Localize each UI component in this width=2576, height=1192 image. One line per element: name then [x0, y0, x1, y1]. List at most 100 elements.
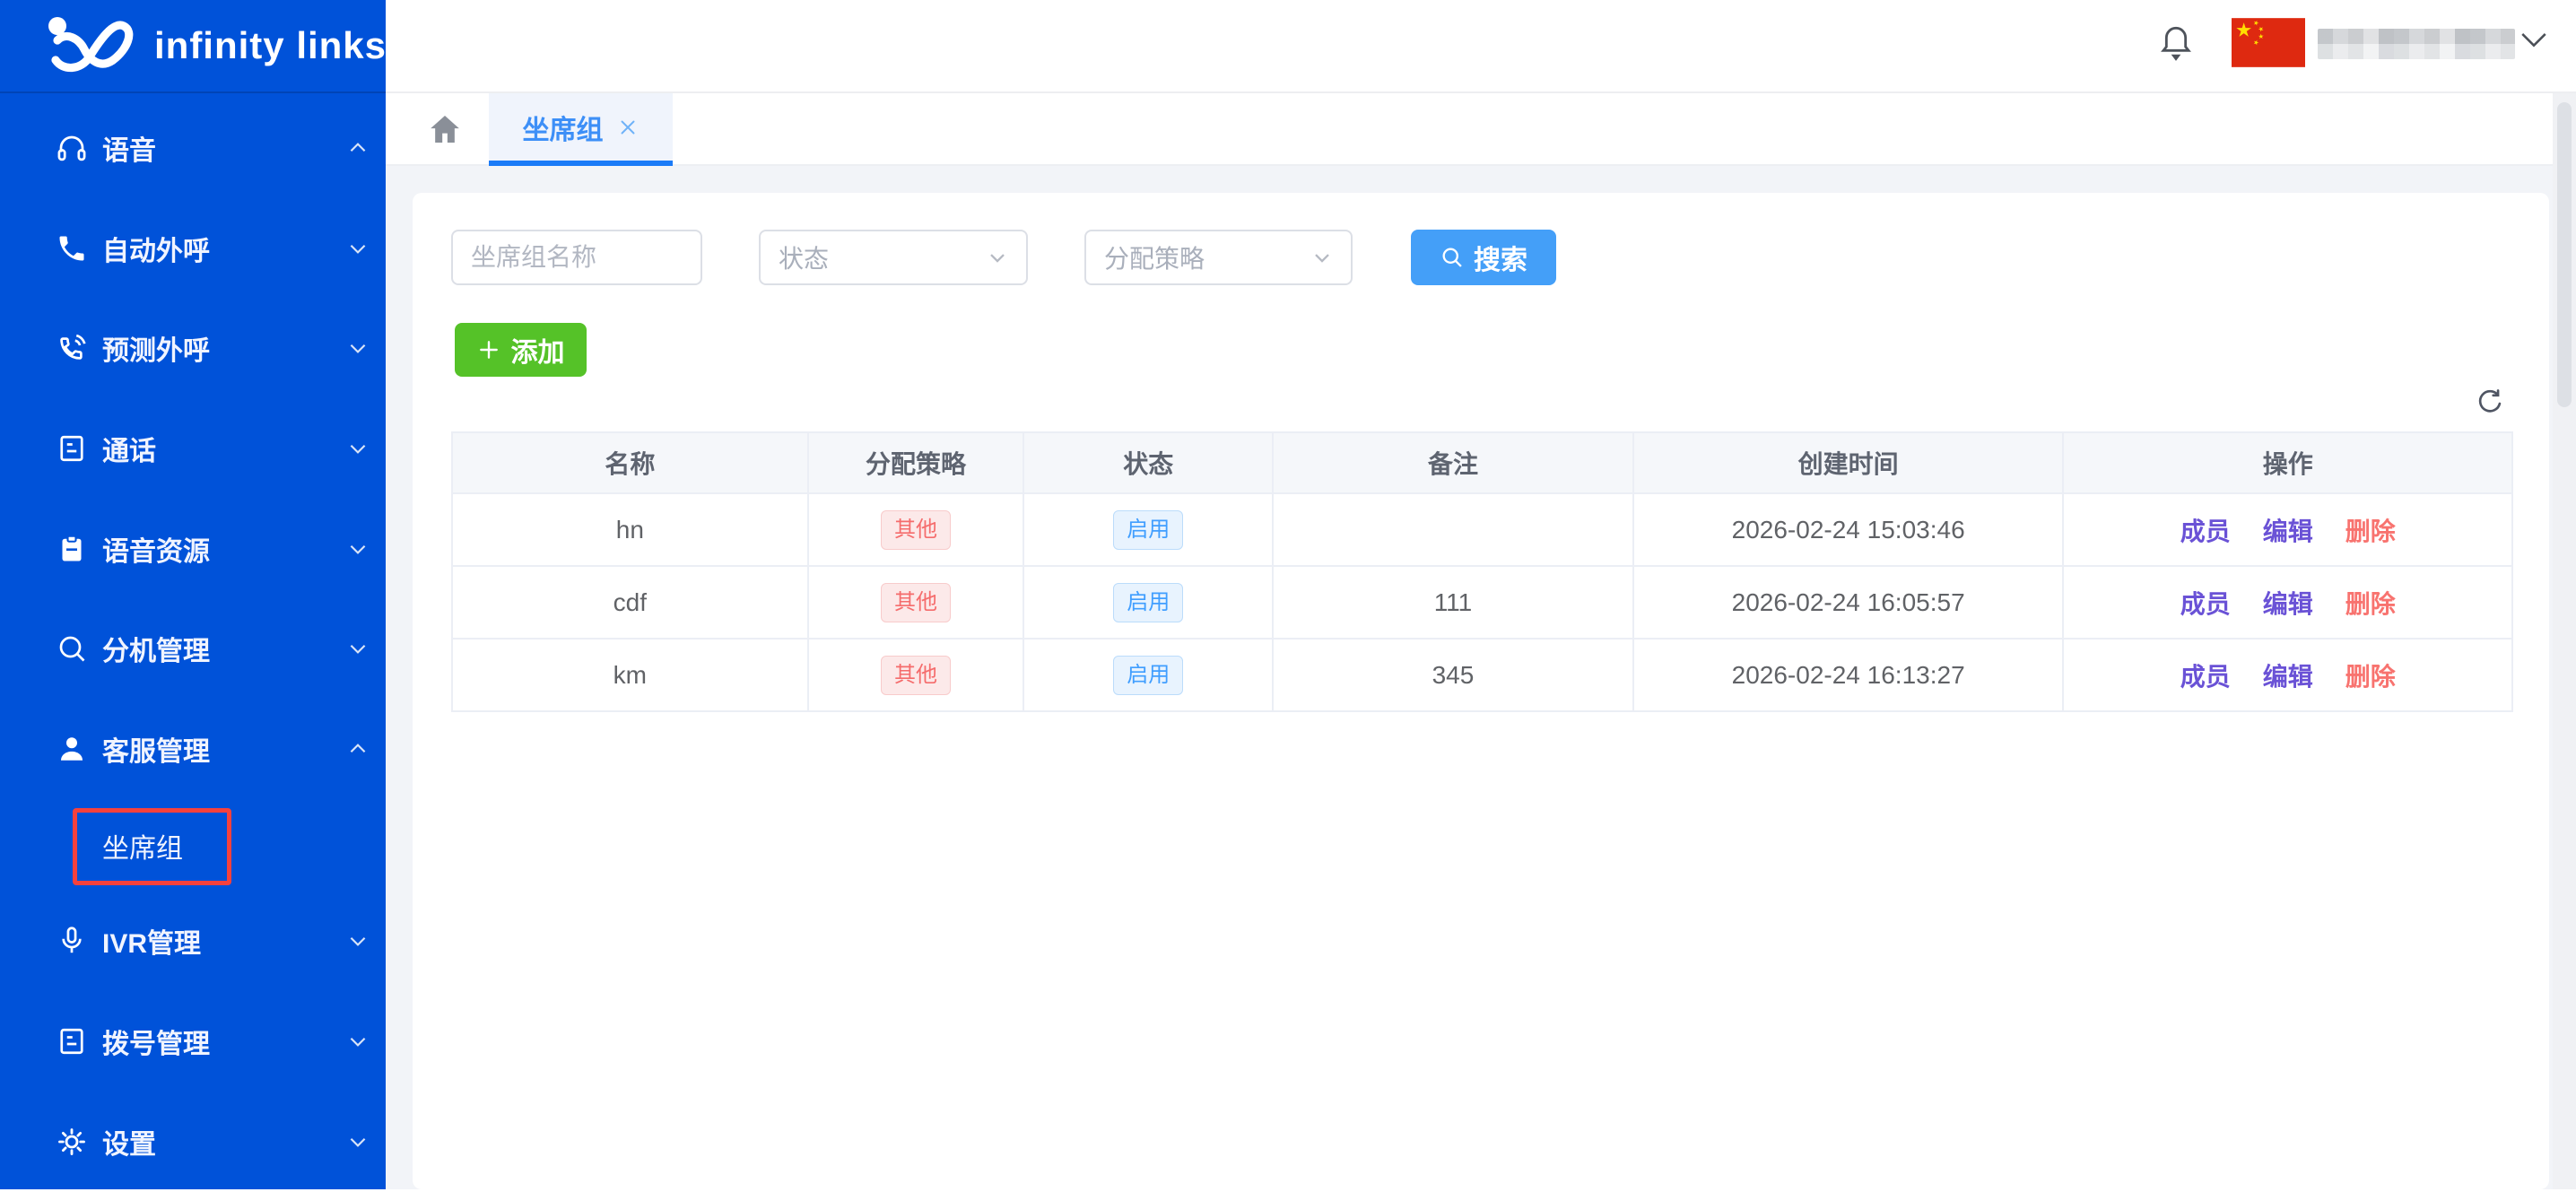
sidebar-item-agent-mgmt[interactable]: 客服管理 [0, 699, 386, 799]
strategy-tag: 其他 [881, 583, 951, 622]
chevron-down-icon [346, 929, 370, 953]
chevron-down-icon [346, 437, 370, 460]
col-name: 名称 [452, 432, 808, 493]
cell-remark [1273, 493, 1633, 566]
search-icon [1440, 245, 1465, 270]
chevron-down-icon [985, 245, 1010, 270]
microphone-icon [56, 925, 88, 957]
chevron-down-icon [346, 1130, 370, 1153]
document-icon [56, 432, 88, 465]
chevron-down-icon [346, 336, 370, 360]
col-created: 创建时间 [1633, 432, 2064, 493]
sidebar-item-label: 分机管理 [102, 629, 210, 668]
sidebar-item-label: 通话 [102, 429, 156, 468]
phone-icon [56, 232, 88, 265]
chevron-up-icon [346, 136, 370, 160]
col-strategy: 分配策略 [808, 432, 1024, 493]
table-row: cdf 其他 启用 111 2026-02-24 16:05:57 成员 编辑 … [452, 566, 2512, 639]
delete-link[interactable]: 删除 [2345, 512, 2396, 548]
cell-created: 2026-02-24 16:05:57 [1633, 566, 2064, 639]
cell-created: 2026-02-24 16:13:27 [1633, 639, 2064, 711]
sidebar-item-dial-mgmt[interactable]: 拨号管理 [0, 991, 386, 1092]
edit-link[interactable]: 编辑 [2263, 512, 2313, 548]
sidebar-item-label: 坐席组 [102, 826, 183, 866]
sidebar-item-auto-dial[interactable]: 自动外呼 [0, 198, 386, 299]
search-button-label: 搜索 [1474, 238, 1527, 277]
members-link[interactable]: 成员 [2180, 512, 2231, 548]
col-status: 状态 [1023, 432, 1273, 493]
refresh-icon[interactable] [2476, 387, 2504, 416]
tab-bar: 坐席组 [386, 93, 2576, 166]
chevron-up-icon [346, 737, 370, 761]
document-icon [56, 1025, 88, 1057]
content-card: 状态 分配策略 搜索 添加 [413, 193, 2549, 1189]
sidebar-item-label: 客服管理 [102, 729, 210, 769]
plus-icon [477, 338, 500, 361]
strategy-select[interactable]: 分配策略 [1084, 230, 1353, 285]
cell-created: 2026-02-24 15:03:46 [1633, 493, 2064, 566]
members-link[interactable]: 成员 [2180, 657, 2231, 693]
search-button[interactable]: 搜索 [1411, 230, 1556, 285]
close-icon[interactable] [616, 116, 640, 139]
group-name-input[interactable] [451, 230, 702, 285]
tab-agent-group[interactable]: 坐席组 [489, 93, 673, 166]
add-button-label: 添加 [511, 330, 565, 370]
bell-icon[interactable] [2158, 22, 2194, 65]
cell-remark: 345 [1273, 639, 1633, 711]
status-tag: 启用 [1113, 583, 1183, 622]
status-select-placeholder: 状态 [779, 239, 829, 275]
sidebar-item-label: 语音 [102, 128, 156, 168]
username-redacted[interactable] [2318, 29, 2515, 59]
sidebar-item-label: 预测外呼 [102, 328, 210, 368]
china-flag-icon[interactable] [2232, 18, 2305, 67]
status-select[interactable]: 状态 [759, 230, 1028, 285]
content-area: 状态 分配策略 搜索 添加 [386, 166, 2576, 1189]
edit-link[interactable]: 编辑 [2263, 657, 2313, 693]
user-icon [56, 733, 88, 765]
add-button[interactable]: 添加 [455, 323, 587, 377]
sidebar-item-label: 自动外呼 [102, 229, 210, 268]
cell-name: cdf [452, 566, 808, 639]
sidebar-item-agent-group[interactable]: 坐席组 [0, 796, 386, 896]
phone-waves-icon [56, 332, 88, 364]
infinity-swoosh-icon [41, 13, 149, 78]
sidebar-item-extension-mgmt[interactable]: 分机管理 [0, 598, 386, 699]
table-row: hn 其他 启用 2026-02-24 15:03:46 成员 编辑 删除 [452, 493, 2512, 566]
sidebar: infinity links 语音 自动外呼 预测外呼 通话 [0, 0, 386, 1189]
delete-link[interactable]: 删除 [2345, 657, 2396, 693]
strategy-tag: 其他 [881, 656, 951, 695]
page-scrollbar-track[interactable] [2553, 93, 2576, 1189]
cell-name: km [452, 639, 808, 711]
page-scrollbar-thumb[interactable] [2557, 102, 2572, 407]
status-tag: 启用 [1113, 510, 1183, 550]
delete-link[interactable]: 删除 [2345, 585, 2396, 621]
sidebar-item-settings[interactable]: 设置 [0, 1092, 386, 1192]
strategy-select-placeholder: 分配策略 [1104, 239, 1205, 275]
chevron-down-icon [346, 237, 370, 260]
search-icon [56, 632, 88, 665]
brand-name: infinity links [154, 24, 387, 67]
strategy-tag: 其他 [881, 510, 951, 550]
cell-remark: 111 [1273, 566, 1633, 639]
edit-link[interactable]: 编辑 [2263, 585, 2313, 621]
tab-label: 坐席组 [523, 108, 604, 147]
sidebar-item-voice-resources[interactable]: 语音资源 [0, 499, 386, 599]
members-link[interactable]: 成员 [2180, 585, 2231, 621]
sidebar-item-predictive-dial[interactable]: 预测外呼 [0, 298, 386, 398]
chevron-down-icon[interactable] [2519, 27, 2549, 54]
brand-logo[interactable]: infinity links [0, 0, 386, 93]
chevron-down-icon [1310, 245, 1335, 270]
sidebar-item-label: 语音资源 [102, 529, 210, 569]
home-icon[interactable] [427, 111, 463, 147]
sidebar-item-voice[interactable]: 语音 [0, 98, 386, 198]
status-tag: 启用 [1113, 656, 1183, 695]
table-header-row: 名称 分配策略 状态 备注 创建时间 操作 [452, 432, 2512, 493]
col-actions: 操作 [2063, 432, 2512, 493]
chevron-down-icon [346, 1030, 370, 1053]
cell-name: hn [452, 493, 808, 566]
headset-icon [56, 132, 88, 164]
sidebar-item-calls[interactable]: 通话 [0, 398, 386, 499]
chevron-down-icon [346, 537, 370, 561]
table-row: km 其他 启用 345 2026-02-24 16:13:27 成员 编辑 删… [452, 639, 2512, 711]
sidebar-item-ivr-mgmt[interactable]: IVR管理 [0, 891, 386, 991]
